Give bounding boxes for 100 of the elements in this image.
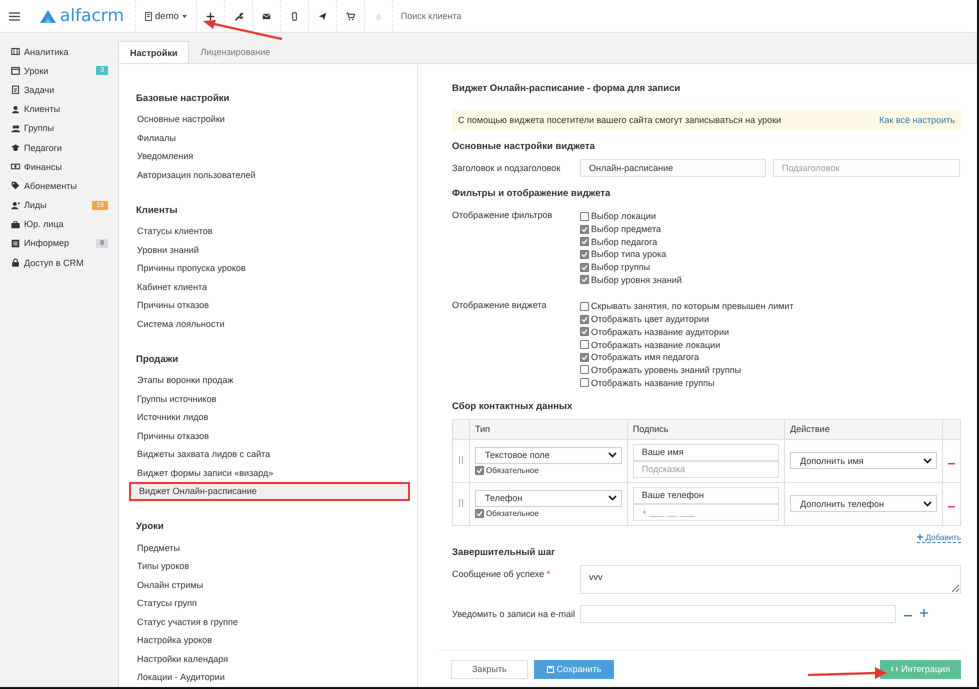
checkbox[interactable] <box>580 250 589 259</box>
checkbox[interactable] <box>580 237 589 246</box>
building-icon <box>145 12 152 20</box>
sidebar-item[interactable]: Абонементы <box>0 176 115 196</box>
settings-menu-item[interactable]: Статусы групп <box>129 594 410 612</box>
settings-menu-item[interactable]: Этапы воронки продаж <box>129 371 410 390</box>
checkbox[interactable] <box>580 340 589 350</box>
cart-icon[interactable] <box>346 12 355 20</box>
sidebar-item[interactable]: Группы <box>0 118 115 138</box>
wrench-icon[interactable] <box>234 12 243 20</box>
checkbox-label: Отображать название локации <box>591 340 720 350</box>
sidebar-item[interactable]: Педагоги <box>0 138 115 158</box>
type-select[interactable]: Телефон <box>475 490 622 507</box>
add-icon[interactable] <box>206 12 215 20</box>
field-label: Отображение виджета <box>452 300 548 312</box>
paper-plane-icon[interactable] <box>318 12 327 20</box>
sidebar-item-icon <box>11 220 20 229</box>
sidebar-item[interactable]: Клиенты <box>0 100 115 119</box>
subheading-field[interactable]: Подзаголовок <box>773 159 960 177</box>
menu-section-title: Продажи <box>135 352 180 366</box>
hint-field[interactable]: Подсказка <box>632 460 780 478</box>
plus-icon <box>917 534 924 540</box>
sidebar-item-icon <box>11 104 20 114</box>
checkbox-label: Выбор педагога <box>591 236 658 247</box>
settings-menu-item[interactable]: Уровни знаний <box>129 240 410 259</box>
column-header: Действие <box>784 419 942 440</box>
hint-field[interactable]: + ___ __ ___ <box>632 504 780 521</box>
checkbox-label: Выбор группы <box>591 262 650 272</box>
settings-menu-item[interactable]: Виджет Онлайн-расписание <box>129 482 410 500</box>
checkbox[interactable] <box>580 365 589 374</box>
settings-menu-item[interactable]: Статусы клиентов <box>129 222 410 240</box>
chevron-icon <box>922 500 932 507</box>
drag-handle-icon[interactable] <box>458 456 464 464</box>
email-field[interactable] <box>580 604 896 623</box>
checkbox[interactable] <box>580 378 589 388</box>
settings-menu-item[interactable]: Предметы <box>129 538 410 557</box>
settings-menu-item[interactable]: Филиалы <box>129 128 410 147</box>
tab[interactable]: Настройки <box>118 41 190 63</box>
branch-dropdown[interactable]: demo <box>145 10 187 22</box>
caption-field[interactable]: Ваше имя <box>632 444 780 461</box>
settings-menu-item[interactable]: Причины отказов <box>129 296 410 314</box>
checkbox-label: Отображать имя педагога <box>591 352 700 362</box>
sidebar-item[interactable]: Доступ в CRM <box>0 253 115 272</box>
action-select[interactable]: Дополнить телефон <box>790 495 937 512</box>
settings-menu-item[interactable]: Основные настройки <box>129 110 410 128</box>
settings-menu-item[interactable]: Виджет формы записи «визард» <box>129 464 410 482</box>
envelope-icon[interactable] <box>262 12 271 20</box>
settings-menu-item[interactable]: Авторизация пользователей <box>129 166 410 184</box>
settings-menu-item[interactable]: Источники лидов <box>129 408 410 426</box>
checkbox[interactable] <box>580 275 589 284</box>
settings-menu-item[interactable]: Причины отказов <box>129 426 410 445</box>
section-title: Завершительный шаг <box>452 546 556 560</box>
settings-menu-item[interactable]: Онлайн стримы <box>129 576 410 594</box>
sidebar-item-icon <box>11 238 20 248</box>
sidebar-item[interactable]: Задачи <box>0 80 115 100</box>
code-icon <box>891 666 898 672</box>
settings-menu-item[interactable]: Кабинет клиента <box>129 278 410 296</box>
checkbox[interactable] <box>580 327 589 336</box>
field-label: Отображение фильтров <box>452 210 554 222</box>
sidebar-item[interactable]: Аналитика <box>0 42 115 62</box>
column-header: Подпись <box>627 419 785 440</box>
settings-menu-item[interactable]: Уведомления <box>129 147 410 166</box>
heading-field[interactable]: Онлайн-расписание <box>580 159 766 177</box>
menu-icon[interactable] <box>9 12 20 20</box>
settings-menu-item[interactable]: Виджеты захвата лидов с сайта <box>129 445 410 464</box>
checkbox[interactable] <box>580 302 589 311</box>
close-button[interactable]: Закрыть <box>451 660 528 678</box>
checkbox[interactable] <box>580 352 589 362</box>
phone-icon[interactable] <box>290 12 299 20</box>
checkbox[interactable] <box>475 508 484 518</box>
help-link[interactable]: Как всё настроить <box>879 115 955 125</box>
section-title: Основные настройки виджета <box>452 141 596 154</box>
settings-menu-item[interactable]: Настройки календаря <box>129 650 410 668</box>
sidebar-item[interactable]: Юр. лица <box>0 214 115 234</box>
success-message-field[interactable]: vvv <box>580 564 961 594</box>
settings-menu-item[interactable]: Группы источников <box>129 390 410 408</box>
settings-menu-item[interactable]: Система лояльности <box>129 314 410 333</box>
action-select[interactable]: Дополнить имя <box>790 452 937 470</box>
settings-menu-item[interactable]: Статус участия в группе <box>129 612 410 631</box>
checkbox-label: Обязательное <box>486 508 539 518</box>
sidebar-item-icon <box>11 47 20 56</box>
settings-menu-item[interactable]: Типы уроков <box>129 557 410 576</box>
caption-field[interactable]: Ваше телефон <box>632 486 780 504</box>
checkbox[interactable] <box>580 262 589 272</box>
checkbox[interactable] <box>580 314 589 324</box>
drag-handle-icon[interactable] <box>458 498 464 507</box>
checkbox[interactable] <box>580 224 589 234</box>
settings-menu-item[interactable]: Локации - Аудитории <box>129 668 410 686</box>
settings-menu-item[interactable]: Причины пропуска уроков <box>129 259 410 278</box>
checkbox[interactable] <box>475 466 484 475</box>
add-link[interactable]: Добавить <box>917 532 961 543</box>
tab[interactable]: Лицензирование <box>189 41 282 63</box>
sidebar-item[interactable]: Финансы <box>0 157 115 176</box>
checkbox-label: Скрывать занятия, по которым превышен лимит <box>591 301 794 312</box>
type-select[interactable]: Текстовое поле <box>475 446 622 464</box>
checkbox[interactable] <box>580 212 589 221</box>
minus-icon <box>948 506 955 508</box>
add-email-button[interactable] <box>920 608 928 620</box>
settings-menu-item[interactable]: Настройка уроков <box>129 631 410 650</box>
chevron-icon <box>922 458 932 464</box>
